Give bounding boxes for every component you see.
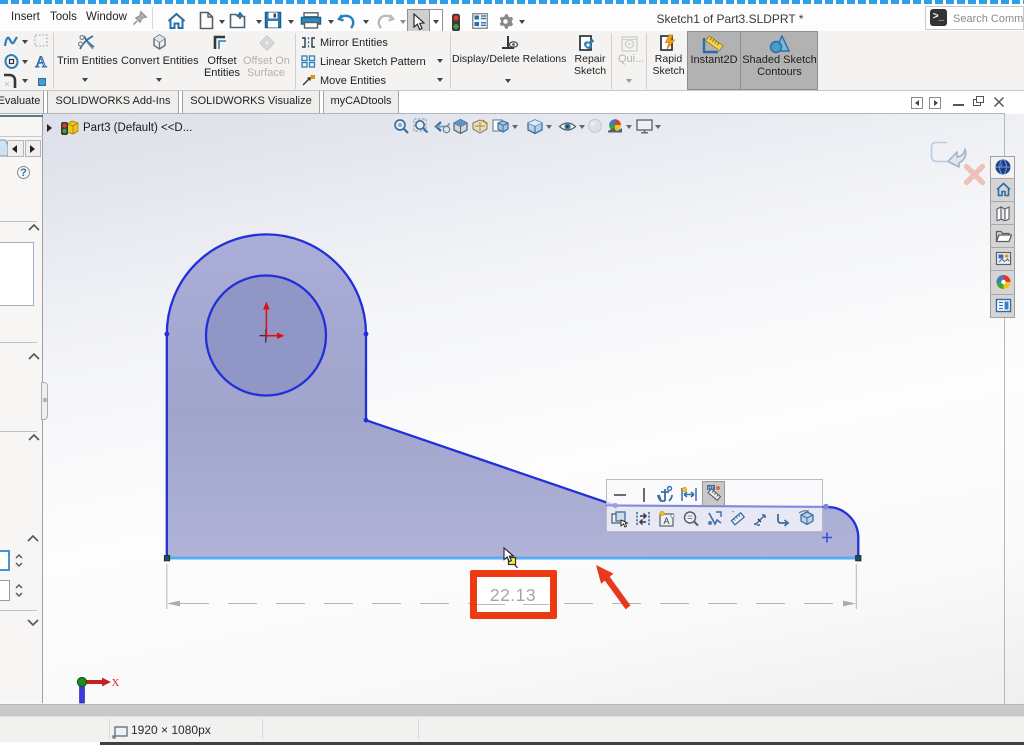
svg-text:A: A — [35, 54, 47, 69]
svg-text:X: X — [112, 677, 120, 689]
svg-text:A: A — [663, 516, 669, 526]
svg-text:": " — [732, 511, 734, 517]
